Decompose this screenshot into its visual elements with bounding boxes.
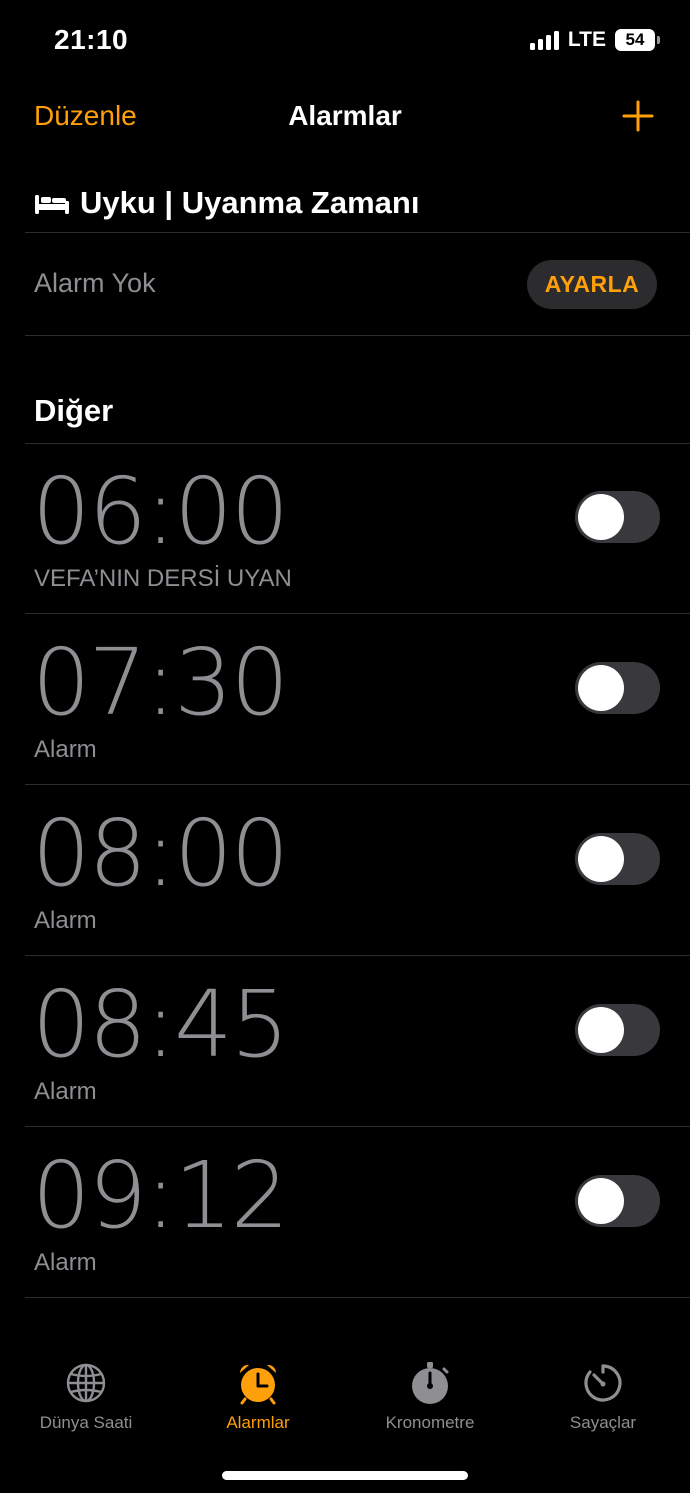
alarm-toggle[interactable]	[575, 491, 660, 543]
plus-icon[interactable]	[622, 100, 654, 132]
set-sleep-button[interactable]: AYARLA	[527, 260, 657, 309]
status-indicators: LTE 54	[529, 28, 660, 52]
alarm-time: 07:30	[32, 629, 289, 736]
alarm-time: 08:00	[32, 800, 289, 907]
alarm-row[interactable]: 07:30 Alarm	[0, 614, 690, 785]
tab-label: Alarmlar	[226, 1413, 290, 1432]
page-title-text: Alarmlar	[288, 100, 402, 131]
alarm-toggle[interactable]	[575, 1175, 660, 1227]
status-time: 21:10	[54, 24, 129, 55]
sleep-alarm-status: Alarm Yok	[34, 268, 156, 298]
bed-icon	[35, 195, 69, 214]
toggle-knob	[578, 1178, 624, 1224]
tab-label: Dünya Saati	[39, 1413, 133, 1432]
stopwatch-icon	[412, 1362, 449, 1404]
alarm-row[interactable]: 08:45 Alarm	[0, 956, 690, 1127]
tab-world-clock[interactable]: Dünya Saati	[0, 1355, 172, 1433]
alarm-toggle[interactable]	[575, 1004, 660, 1056]
battery-level: 54	[615, 29, 655, 51]
divider	[25, 232, 690, 233]
edit-button[interactable]: Düzenle	[34, 100, 137, 132]
tab-bar: Dünya Saati Alarmlar Kronometre Sayaçlar	[0, 1355, 690, 1445]
other-section-header: Diğer	[34, 393, 114, 428]
alarm-row[interactable]: 08:00 Alarm	[0, 785, 690, 956]
alarm-label: Alarm	[34, 907, 97, 934]
alarm-row[interactable]: 09:12 Alarm	[0, 1127, 690, 1298]
alarm-toggle[interactable]	[575, 833, 660, 885]
sleep-section-header: Uyku | Uyanma Zamanı	[34, 180, 419, 226]
cellular-signal-icon	[529, 30, 559, 50]
toggle-knob	[578, 1007, 624, 1053]
toggle-knob	[578, 836, 624, 882]
toggle-knob	[578, 494, 624, 540]
alarm-label: Alarm	[34, 1249, 97, 1276]
sleep-section-title: Uyku | Uyanma Zamanı	[80, 185, 420, 220]
alarm-label: Alarm	[34, 1078, 97, 1105]
tab-timers[interactable]: Sayaçlar	[517, 1355, 689, 1433]
alarm-time: 08:45	[32, 971, 289, 1078]
alarm-clock-icon	[239, 1364, 277, 1405]
timer-icon	[584, 1364, 622, 1402]
battery-icon: 54	[615, 29, 660, 51]
alarm-toggle[interactable]	[575, 662, 660, 714]
alarm-list: 06:00 VEFA’NIN DERSİ UYAN 07:30 Alarm 08…	[0, 443, 690, 1298]
tab-stopwatch[interactable]: Kronometre	[344, 1355, 516, 1433]
alarm-time: 06:00	[32, 458, 289, 565]
divider	[25, 1297, 690, 1298]
globe-icon	[66, 1363, 106, 1403]
network-type: LTE	[567, 28, 606, 51]
status-bar: 21:10 LTE 54	[0, 0, 690, 84]
alarm-time: 09:12	[32, 1142, 289, 1249]
tab-label: Sayaçlar	[569, 1413, 637, 1432]
alarm-label: Alarm	[34, 736, 97, 763]
alarm-row[interactable]: 06:00 VEFA’NIN DERSİ UYAN	[0, 443, 690, 614]
tab-label: Kronometre	[385, 1413, 475, 1432]
home-indicator[interactable]	[222, 1471, 468, 1480]
alarm-label: VEFA’NIN DERSİ UYAN	[34, 565, 292, 592]
tab-alarms[interactable]: Alarmlar	[172, 1355, 344, 1433]
toggle-knob	[578, 665, 624, 711]
divider	[25, 335, 690, 336]
